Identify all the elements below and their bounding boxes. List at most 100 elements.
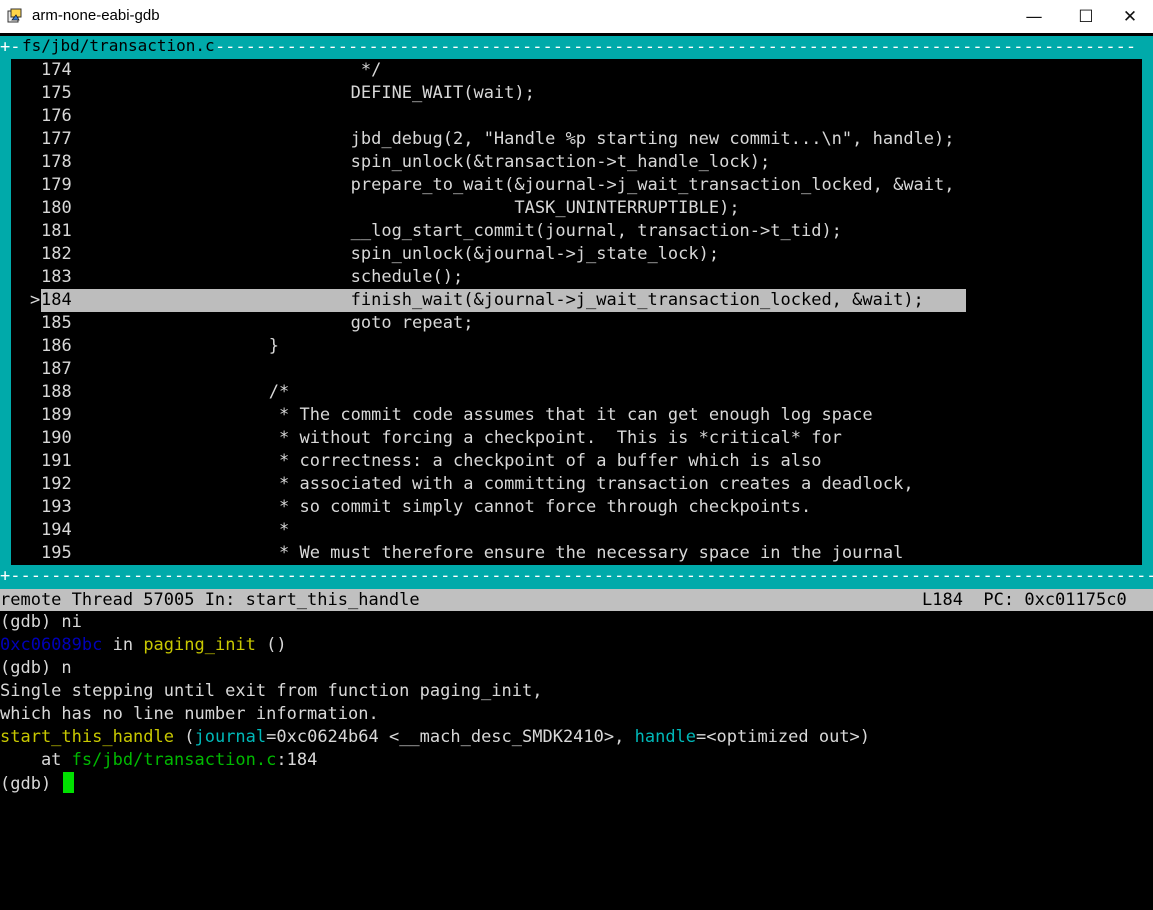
window-title: arm-none-eabi-gdb xyxy=(32,7,160,24)
text-cursor xyxy=(63,772,75,793)
line-number: 178 xyxy=(41,152,72,172)
line-number: 180 xyxy=(41,198,72,218)
line-number: 189 xyxy=(41,405,72,425)
source-line: 182 spin_unlock(&journal->j_state_lock); xyxy=(11,243,1142,266)
source-line: 187 xyxy=(11,358,1142,381)
source-line: 178 spin_unlock(&transaction->t_handle_l… xyxy=(11,151,1142,174)
source-code-text: __log_start_commit(journal, transaction-… xyxy=(105,221,842,241)
console-line: at fs/jbd/transaction.c:184 xyxy=(0,749,317,772)
source-code-view[interactable]: 174 */175 DEFINE_WAIT(wait); 176 177 jbd_d… xyxy=(11,59,1142,565)
line-number: 194 xyxy=(41,520,72,540)
source-line: 175 DEFINE_WAIT(wait); xyxy=(11,82,1142,105)
line-number: 176 xyxy=(41,106,72,126)
line-number: 179 xyxy=(41,175,72,195)
source-line: 183 schedule(); xyxy=(11,266,1142,289)
source-line: 193 * so commit simply cannot force thro… xyxy=(11,496,1142,519)
source-code-text: DEFINE_WAIT(wait); xyxy=(105,83,535,103)
source-code-text: /* xyxy=(105,382,290,402)
console-command: n xyxy=(61,658,72,678)
argument-name: journal xyxy=(194,727,267,747)
source-code-text: TASK_UNINTERRUPTIBLE); xyxy=(105,198,740,218)
source-code-text: * associated with a committing transacti… xyxy=(105,474,914,494)
console-text: () xyxy=(255,635,287,655)
source-line: 189 * The commit code assumes that it ca… xyxy=(11,404,1142,427)
source-code-text: finish_wait(&journal->j_wait_transaction… xyxy=(105,290,924,310)
source-code-text: * so commit simply cannot force through … xyxy=(105,497,812,517)
source-code-text: schedule(); xyxy=(105,267,464,287)
source-line: 177 jbd_debug(2, "Handle %p starting new… xyxy=(11,128,1142,151)
argument-value: =<optimized out>) xyxy=(696,727,871,747)
line-number: 193 xyxy=(41,497,72,517)
line-number: 182 xyxy=(41,244,72,264)
console-line: start_this_handle (journal=0xc0624b64 <_… xyxy=(0,726,870,749)
console-command: ni xyxy=(61,612,82,632)
source-code-text: jbd_debug(2, "Handle %p starting new com… xyxy=(105,129,955,149)
line-number: :184 xyxy=(276,750,318,770)
console-text: in xyxy=(102,635,144,655)
current-source-line: >184 finish_wait(&journal->j_wait_transa… xyxy=(11,289,1142,312)
line-number: 175 xyxy=(41,83,72,103)
line-number: 177 xyxy=(41,129,72,149)
function-name: paging_init xyxy=(143,635,256,655)
minimize-button[interactable]: — xyxy=(1011,0,1057,33)
source-code-text: spin_unlock(&journal->j_state_lock); xyxy=(105,244,720,264)
source-line: 181 __log_start_commit(journal, transact… xyxy=(11,220,1142,243)
source-line: 191 * correctness: a checkpoint of a buf… xyxy=(11,450,1142,473)
source-line: 195 * We must therefore ensure the neces… xyxy=(11,542,1142,565)
source-line: 188 /* xyxy=(11,381,1142,404)
window-titlebar: arm-none-eabi-gdb — ☐ ✕ xyxy=(0,0,1153,33)
source-line: 176 xyxy=(11,105,1142,128)
line-number: 191 xyxy=(41,451,72,471)
line-number: 187 xyxy=(41,359,72,379)
source-code-text: * We must therefore ensure the necessary… xyxy=(105,543,904,563)
console-line: Single stepping until exit from function… xyxy=(0,681,543,701)
gdb-prompt: (gdb) xyxy=(0,612,62,632)
source-code-text: * The commit code assumes that it can ge… xyxy=(105,405,873,425)
console-line: (gdb) ni xyxy=(0,611,82,634)
source-code-text: */ xyxy=(105,60,382,80)
line-number: 184 xyxy=(41,290,72,310)
console-line: (gdb) n xyxy=(0,657,72,680)
gdb-app-icon xyxy=(7,8,22,23)
pc-status: L184 PC: 0xc01175c0 xyxy=(922,590,1127,610)
line-number: 183 xyxy=(41,267,72,287)
source-line: 180 TASK_UNINTERRUPTIBLE); xyxy=(11,197,1142,220)
gdb-console[interactable]: (gdb) ni 0xc06089bc in paging_init () (g… xyxy=(0,611,1153,910)
thread-status: remote Thread 57005 In: start_this_handl… xyxy=(0,590,420,610)
gdb-prompt: (gdb) xyxy=(0,774,62,794)
line-number: 186 xyxy=(41,336,72,356)
line-number: 192 xyxy=(41,474,72,494)
line-number: 174 xyxy=(41,60,72,80)
execution-marker: > xyxy=(30,290,41,310)
frame-corner: +- xyxy=(0,37,21,57)
source-line: 192 * associated with a committing trans… xyxy=(11,473,1142,496)
gdb-prompt: (gdb) xyxy=(0,658,62,678)
source-code-text: prepare_to_wait(&journal->j_wait_transac… xyxy=(105,175,955,195)
source-filename: fs/jbd/transaction.c xyxy=(20,36,217,55)
line-number: 188 xyxy=(41,382,72,402)
argument-value: =0xc0624b64 <__mach_desc_SMDK2410>, xyxy=(266,727,635,747)
source-code-text: * without forcing a checkpoint. This is … xyxy=(105,428,842,448)
status-bar: remote Thread 57005 In: start_this_handl… xyxy=(0,589,1153,611)
console-text: at xyxy=(0,750,72,770)
close-button[interactable]: ✕ xyxy=(1107,0,1153,33)
line-number: 185 xyxy=(41,313,72,333)
source-line: 174 */ xyxy=(11,59,1142,82)
source-code-text: * xyxy=(105,520,290,540)
function-name: start_this_handle xyxy=(0,727,174,747)
source-code-text: * correctness: a checkpoint of a buffer … xyxy=(105,451,822,471)
console-line: which has no line number information. xyxy=(0,704,379,724)
argument-name: handle xyxy=(634,727,697,747)
line-number: 190 xyxy=(41,428,72,448)
source-line: 186 } xyxy=(11,335,1142,358)
console-line: 0xc06089bc in paging_init () xyxy=(0,634,287,657)
line-number: 181 xyxy=(41,221,72,241)
source-line: 179 prepare_to_wait(&journal->j_wait_tra… xyxy=(11,174,1142,197)
source-frame-bottom-border: +---------------------------------------… xyxy=(0,566,1153,586)
source-line: 185 goto repeat; xyxy=(11,312,1142,335)
source-code-text: goto repeat; xyxy=(105,313,474,333)
source-code-text: spin_unlock(&transaction->t_handle_lock)… xyxy=(105,152,771,172)
source-code-text: } xyxy=(105,336,279,356)
maximize-button[interactable]: ☐ xyxy=(1063,0,1109,33)
console-input-line[interactable]: (gdb) xyxy=(0,772,75,795)
